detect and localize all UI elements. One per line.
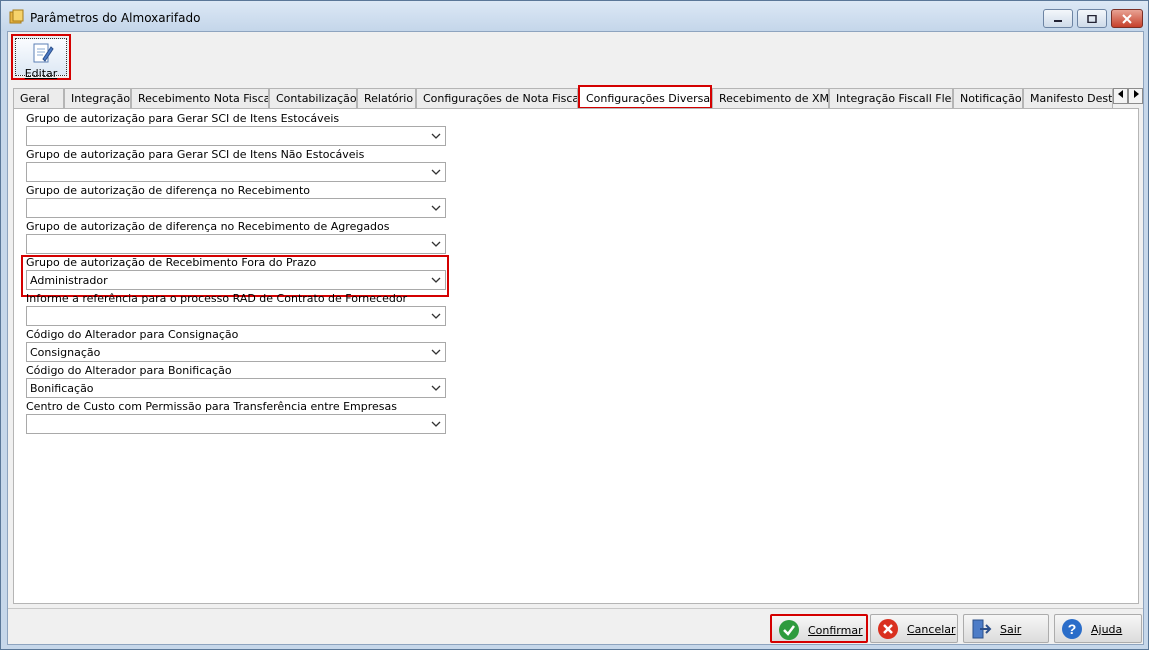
- chevron-down-icon: [431, 241, 441, 247]
- minimize-button[interactable]: [1043, 9, 1073, 28]
- edit-document-icon: [33, 43, 54, 63]
- combo-diferenca-agregados[interactable]: [26, 234, 446, 254]
- tab-configuracoes-diversas[interactable]: Configurações Diversas: [578, 85, 712, 109]
- combo-value: Bonificação: [30, 382, 94, 395]
- tab-contabilizacao[interactable]: Contabilização: [269, 88, 357, 108]
- help-button[interactable]: ? Ajuda: [1054, 614, 1142, 643]
- cancel-circle-icon: [878, 619, 898, 639]
- title-bar[interactable]: Parâmetros do Almoxarifado: [1, 1, 1148, 31]
- maximize-button[interactable]: [1077, 9, 1107, 28]
- edit-button-label: Editar: [24, 67, 58, 80]
- tab-geral[interactable]: Geral: [13, 88, 64, 108]
- tab-notificacao[interactable]: Notificação: [953, 88, 1023, 108]
- confirm-label: Confirmar: [808, 624, 863, 637]
- confirm-button[interactable]: Confirmar: [770, 614, 868, 643]
- combo-alterador-bonificacao[interactable]: Bonificação: [26, 378, 446, 398]
- folder-icon: [9, 9, 24, 24]
- field-label-alterador-consignacao: Código do Alterador para Consignação: [26, 328, 239, 341]
- close-button[interactable]: [1111, 9, 1143, 28]
- tab-relatorio[interactable]: Relatório: [357, 88, 416, 108]
- tab-recebimento-nota-fiscal[interactable]: Recebimento Nota Fiscal: [131, 88, 269, 108]
- combo-diferenca-recebimento[interactable]: [26, 198, 446, 218]
- chevron-down-icon: [431, 421, 441, 427]
- svg-text:?: ?: [1068, 621, 1077, 637]
- tab-manifesto-dest[interactable]: Manifesto Dest: [1023, 88, 1113, 108]
- field-label-sci-nao-estocaveis: Grupo de autorização para Gerar SCI de I…: [26, 148, 365, 161]
- tab-scroll-right-button[interactable]: [1128, 88, 1143, 104]
- field-label-diferenca-agregados: Grupo de autorização de diferença no Rec…: [26, 220, 390, 233]
- main-window: Parâmetros do Almoxarifado Editar Geral …: [0, 0, 1149, 650]
- chevron-down-icon: [431, 313, 441, 319]
- field-label-alterador-bonificacao: Código do Alterador para Bonificação: [26, 364, 232, 377]
- chevron-down-icon: [431, 349, 441, 355]
- field-label-centro-custo: Centro de Custo com Permissão para Trans…: [26, 400, 397, 413]
- cancel-button[interactable]: Cancelar: [870, 614, 958, 643]
- check-circle-icon: [779, 620, 799, 640]
- bottom-button-bar: Confirmar Cancelar Sair ? Ajuda: [8, 608, 1143, 644]
- combo-alterador-consignacao[interactable]: Consignação: [26, 342, 446, 362]
- combo-fora-do-prazo[interactable]: Administrador: [26, 270, 446, 290]
- tab-integracao[interactable]: Integração: [64, 88, 131, 108]
- combo-value: Administrador: [30, 274, 108, 287]
- field-label-diferenca-recebimento: Grupo de autorização de diferença no Rec…: [26, 184, 311, 197]
- exit-label: Sair: [1000, 623, 1022, 636]
- maximize-icon: [1087, 14, 1097, 23]
- tab-panel-configuracoes-diversas: Grupo de autorização para Gerar SCI de I…: [13, 108, 1139, 604]
- chevron-down-icon: [431, 169, 441, 175]
- combo-sci-nao-estocaveis[interactable]: [26, 162, 446, 182]
- client-area: Editar Geral Integração Recebimento Nota…: [7, 31, 1144, 645]
- edit-button[interactable]: Editar: [11, 34, 71, 80]
- tab-scroll-left-button[interactable]: [1113, 88, 1128, 104]
- field-label-sci-estocaveis: Grupo de autorização para Gerar SCI de I…: [26, 112, 340, 125]
- combo-sci-estocaveis[interactable]: [26, 126, 446, 146]
- chevron-down-icon: [431, 133, 441, 139]
- field-label-fora-do-prazo: Grupo de autorização de Recebimento Fora…: [26, 256, 317, 269]
- arrow-left-icon: [1117, 90, 1123, 98]
- window-title: Parâmetros do Almoxarifado: [30, 11, 201, 25]
- chevron-down-icon: [431, 385, 441, 391]
- exit-button[interactable]: Sair: [963, 614, 1049, 643]
- chevron-down-icon: [431, 277, 441, 283]
- combo-rad-contrato[interactable]: [26, 306, 446, 326]
- chevron-down-icon: [431, 205, 441, 211]
- tab-integracao-fiscall-flex[interactable]: Integração Fiscall Flex: [829, 88, 953, 108]
- tab-recebimento-xml[interactable]: Recebimento de XML: [712, 88, 829, 108]
- close-icon: [1122, 13, 1132, 24]
- combo-centro-custo[interactable]: [26, 414, 446, 434]
- help-icon: ?: [1062, 619, 1082, 639]
- arrow-right-icon: [1133, 90, 1139, 98]
- combo-value: Consignação: [30, 346, 101, 359]
- help-label: Ajuda: [1091, 623, 1123, 636]
- edit-button-face: Editar: [15, 38, 67, 80]
- toolbar: Editar: [8, 32, 1143, 82]
- tab-configuracoes-nota-fiscal[interactable]: Configurações de Nota Fiscal: [416, 88, 578, 108]
- field-label-rad-contrato: Informe a referência para o processo RAD…: [26, 292, 408, 305]
- cancel-label: Cancelar: [907, 623, 956, 636]
- exit-door-icon: [972, 619, 992, 639]
- tab-strip: Geral Integração Recebimento Nota Fiscal…: [13, 85, 1143, 109]
- minimize-icon: [1054, 19, 1062, 22]
